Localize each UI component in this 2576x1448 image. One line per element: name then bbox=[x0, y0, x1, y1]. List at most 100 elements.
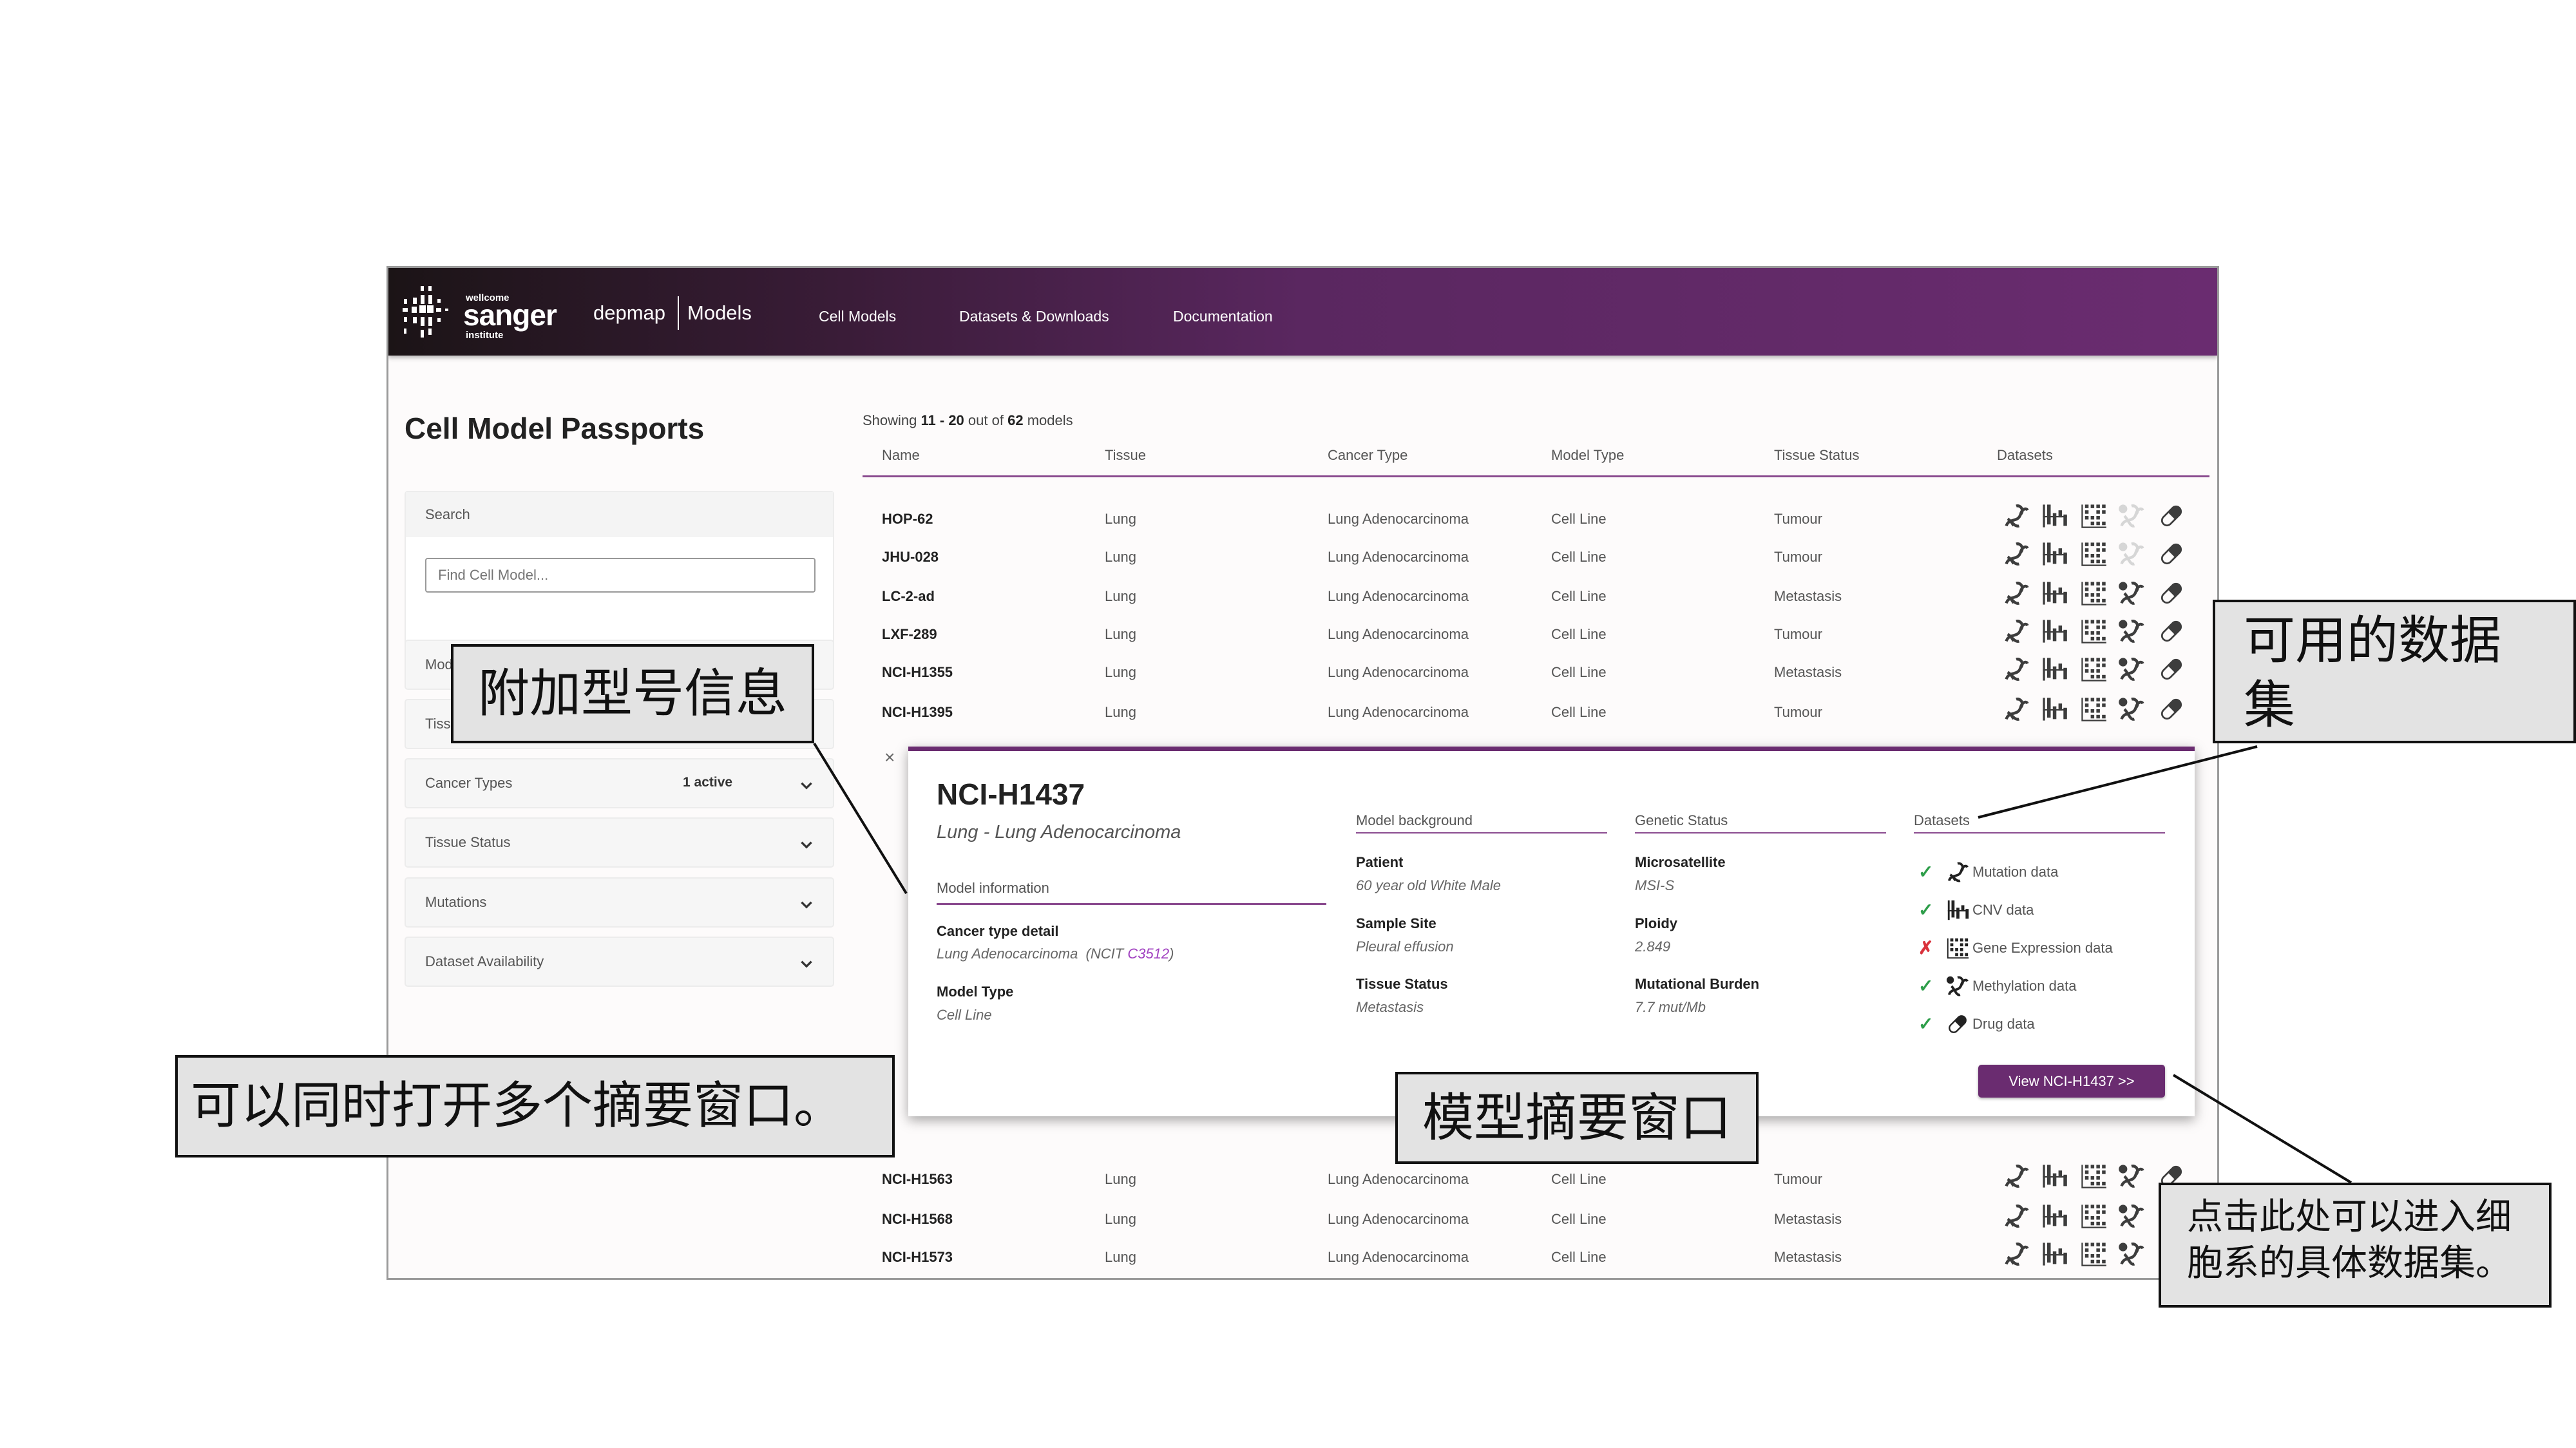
cell-name[interactable]: NCI-H1573 bbox=[882, 1249, 953, 1266]
field-value: MSI-S bbox=[1635, 877, 1675, 893]
dataset-item-label: Methylation data bbox=[1972, 978, 2077, 994]
cell-tissue-status: Tumour bbox=[1774, 704, 1822, 720]
mutation-icon bbox=[2002, 655, 2030, 683]
methylation-icon bbox=[2117, 1202, 2146, 1230]
mutation-icon bbox=[2002, 617, 2030, 645]
cross-icon: ✗ bbox=[1918, 938, 1934, 958]
page-title: Cell Model Passports bbox=[405, 412, 705, 445]
cell-model-type: Cell Line bbox=[1551, 664, 1607, 680]
column-header[interactable]: Cancer Type bbox=[1328, 447, 1407, 464]
filter-dataset-availability[interactable]: Dataset Availability bbox=[405, 937, 834, 987]
cell-tissue-status: Tumour bbox=[1774, 1171, 1822, 1187]
close-popup-button[interactable]: × bbox=[884, 747, 895, 768]
cell-name[interactable]: LC-2-ad bbox=[882, 588, 935, 605]
view-model-button[interactable]: View NCI-H1437 >> bbox=[1978, 1065, 2165, 1098]
field-label: Patient bbox=[1356, 854, 1404, 870]
gene-expression-icon bbox=[2079, 695, 2108, 723]
cell-name[interactable]: NCI-H1563 bbox=[882, 1171, 953, 1188]
mutation-icon bbox=[2002, 1202, 2030, 1230]
cell-name[interactable]: NCI-H1395 bbox=[882, 704, 953, 721]
cell-tissue: Lung bbox=[1105, 1249, 1136, 1265]
field-value: Metastasis bbox=[1356, 999, 1424, 1015]
methylation-icon bbox=[2117, 1162, 2146, 1190]
field-value: 2.849 bbox=[1635, 938, 1671, 955]
column-header[interactable]: Datasets bbox=[1997, 447, 2053, 464]
cell-model-type: Cell Line bbox=[1551, 704, 1607, 720]
field-label: Sample Site bbox=[1356, 915, 1436, 931]
cell-cancer-type: Lung Adenocarcinoma bbox=[1328, 664, 1469, 680]
chevron-down-icon[interactable] bbox=[798, 777, 815, 794]
filter-tissue-status[interactable]: Tissue Status bbox=[405, 817, 834, 868]
column-header[interactable]: Tissue bbox=[1105, 447, 1146, 464]
filter-mutations[interactable]: Mutations bbox=[405, 877, 834, 928]
cell-model-type: Cell Line bbox=[1551, 588, 1607, 604]
gene-expression-icon bbox=[2079, 540, 2108, 568]
mutation-icon bbox=[2002, 579, 2030, 607]
methylation-icon bbox=[2117, 695, 2146, 723]
cnv-icon bbox=[1945, 898, 1970, 922]
column-header[interactable]: Model Type bbox=[1551, 447, 1624, 464]
methylation-icon bbox=[2117, 579, 2146, 607]
cancer-type-detail-label: Cancer type detail bbox=[937, 923, 1059, 939]
annotation-multiple-windows: 可以同时打开多个摘要窗口。 bbox=[175, 1055, 895, 1157]
mutation-icon bbox=[2002, 695, 2030, 723]
column-header[interactable]: Name bbox=[882, 447, 920, 464]
model-type-value: Cell Line bbox=[937, 1007, 992, 1023]
cell-tissue: Lung bbox=[1105, 1211, 1136, 1227]
cell-name[interactable]: HOP-62 bbox=[882, 511, 933, 528]
cell-name[interactable]: LXF-289 bbox=[882, 626, 937, 643]
field-label: Tissue Status bbox=[1356, 976, 1448, 992]
chevron-down-icon[interactable] bbox=[798, 837, 815, 853]
filter-label: Cancer Types bbox=[425, 775, 513, 791]
check-icon: ✓ bbox=[1918, 976, 1934, 996]
methylation-icon bbox=[2117, 540, 2146, 568]
cell-model-type: Cell Line bbox=[1551, 1249, 1607, 1265]
popup-subtitle: Lung - Lung Adenocarcinoma bbox=[937, 822, 1181, 843]
top-navbar: wellcome sanger institute depmap Models … bbox=[388, 268, 2217, 356]
methylation-icon bbox=[1945, 974, 1970, 998]
search-label: Search bbox=[425, 506, 470, 522]
gene-expression-icon bbox=[2079, 617, 2108, 645]
cnv-icon bbox=[2040, 695, 2068, 723]
gene-expression-icon bbox=[2079, 1202, 2108, 1230]
filter-label: Dataset Availability bbox=[425, 953, 544, 969]
check-icon: ✓ bbox=[1918, 900, 1934, 920]
nav-documentation[interactable]: Documentation bbox=[1173, 308, 1273, 325]
logo-text-main: sanger bbox=[463, 298, 557, 332]
cell-tissue: Lung bbox=[1105, 511, 1136, 527]
filter-cancer-types[interactable]: Cancer Types 1 active bbox=[405, 758, 834, 808]
cell-cancer-type: Lung Adenocarcinoma bbox=[1328, 1249, 1469, 1265]
methylation-icon bbox=[2117, 502, 2146, 530]
search-input[interactable] bbox=[425, 558, 816, 593]
cell-name[interactable]: JHU-028 bbox=[882, 549, 939, 566]
models-section-link[interactable]: Models bbox=[687, 301, 752, 325]
column-header[interactable]: Tissue Status bbox=[1774, 447, 1859, 464]
cell-name[interactable]: NCI-H1568 bbox=[882, 1211, 953, 1228]
drug-icon bbox=[2157, 579, 2186, 607]
ncit-link[interactable]: C3512 bbox=[1127, 946, 1169, 962]
drug-icon bbox=[2157, 655, 2186, 683]
chevron-down-icon[interactable] bbox=[798, 897, 815, 913]
section-divider bbox=[1914, 832, 2165, 834]
section-divider bbox=[1635, 832, 1886, 834]
cnv-icon bbox=[2040, 1240, 2068, 1268]
nav-cell-models[interactable]: Cell Models bbox=[819, 308, 896, 325]
drug-icon bbox=[2157, 502, 2186, 530]
mutation-icon bbox=[2002, 1162, 2030, 1190]
depmap-brand[interactable]: depmap bbox=[593, 301, 665, 325]
cnv-icon bbox=[2040, 655, 2068, 683]
cell-cancer-type: Lung Adenocarcinoma bbox=[1328, 1211, 1469, 1227]
check-icon: ✓ bbox=[1918, 1014, 1934, 1034]
cell-cancer-type: Lung Adenocarcinoma bbox=[1328, 511, 1469, 527]
cell-model-type: Cell Line bbox=[1551, 626, 1607, 642]
cell-tissue: Lung bbox=[1105, 664, 1136, 680]
gene-expression-icon bbox=[2079, 655, 2108, 683]
chevron-down-icon[interactable] bbox=[798, 956, 815, 973]
cell-name[interactable]: NCI-H1355 bbox=[882, 664, 953, 681]
cell-cancer-type: Lung Adenocarcinoma bbox=[1328, 588, 1469, 604]
model-type-label: Model Type bbox=[937, 984, 1014, 1000]
cnv-icon bbox=[2040, 540, 2068, 568]
nav-datasets-downloads[interactable]: Datasets & Downloads bbox=[959, 308, 1109, 325]
popup-title: NCI-H1437 bbox=[937, 777, 1085, 811]
datasets-heading: Datasets bbox=[1914, 812, 1970, 828]
